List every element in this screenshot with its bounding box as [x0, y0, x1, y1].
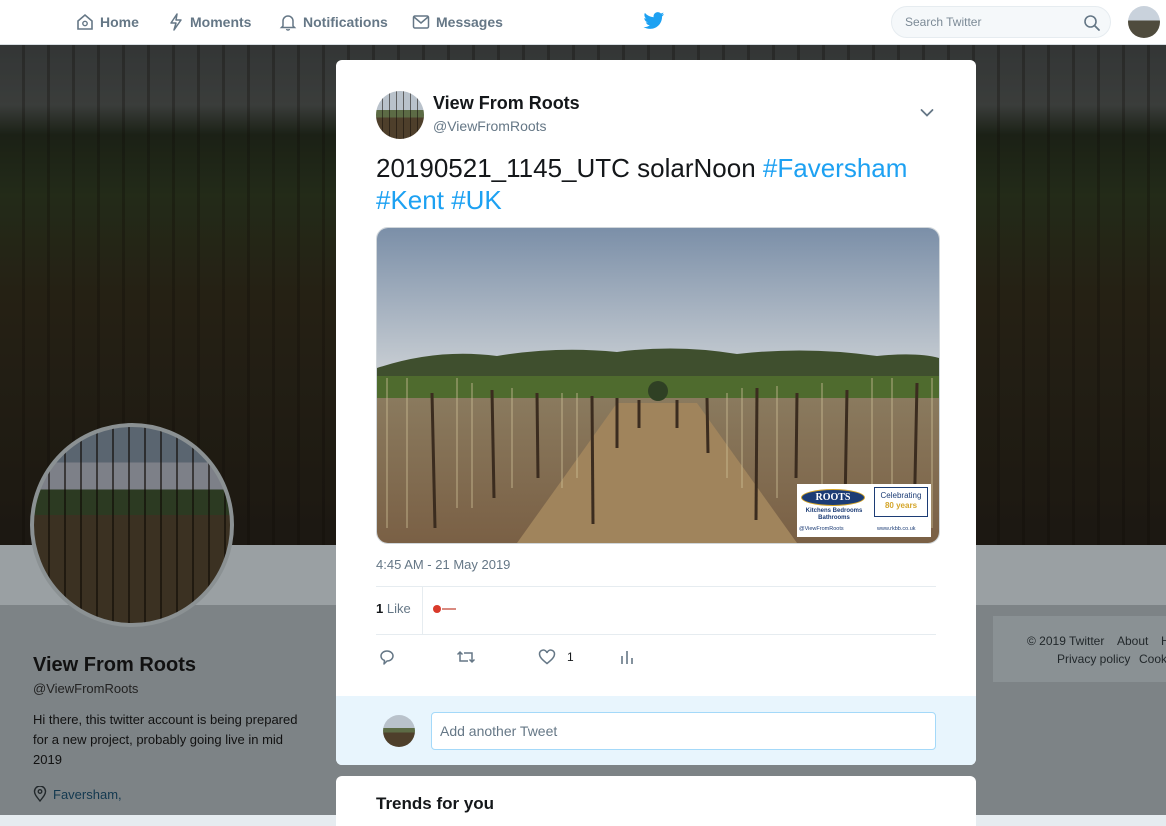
analytics-icon: [621, 651, 633, 664]
vertical-divider: [422, 587, 423, 634]
footer-help-link[interactable]: H: [1161, 634, 1166, 648]
lightning-icon: [170, 13, 182, 31]
tweet-timestamp[interactable]: 4:45 AM - 21 May 2019: [376, 557, 510, 572]
search-icon[interactable]: [1083, 14, 1101, 32]
tweet-photo[interactable]: ROOTS Kitchens Bedrooms Bathrooms @ViewF…: [376, 227, 940, 544]
footer-privacy-link[interactable]: Privacy policy: [1057, 652, 1130, 666]
tweet-text-plain: 20190521_1145_UTC solarNoon: [376, 153, 763, 183]
nav-moments-label: Moments: [190, 14, 252, 30]
nav-notifications[interactable]: Notifications: [279, 0, 388, 44]
analytics-button[interactable]: [620, 648, 634, 666]
nav-moments[interactable]: Moments: [168, 0, 251, 44]
profile-name[interactable]: View From Roots: [33, 654, 196, 677]
author-avatar[interactable]: [376, 91, 424, 139]
author-handle[interactable]: @ViewFromRoots: [433, 118, 547, 134]
roots-handle: @ViewFromRoots: [799, 526, 844, 532]
roots-website: www.rkbb.co.uk: [877, 526, 916, 532]
roots-brand: ROOTS: [801, 489, 865, 506]
like-button[interactable]: 1: [538, 648, 574, 666]
tweet-text: 20190521_1145_UTC solarNoon #Faversham #K…: [376, 152, 936, 216]
user-avatar: [383, 715, 415, 747]
like-stat[interactable]: 1 Like: [376, 601, 411, 616]
footer-links: © 2019 Twitter About H Privacy policy Co…: [993, 616, 1166, 682]
nav-home-label: Home: [100, 14, 139, 30]
trends-card: Trends for you: [336, 776, 976, 826]
tweet-actions: 1: [376, 648, 936, 668]
footer-about-link[interactable]: About: [1117, 634, 1148, 648]
divider: [376, 586, 936, 587]
like-stat-label: Like: [386, 601, 411, 616]
badge-top: Celebrating: [880, 491, 922, 500]
envelope-icon: [412, 15, 430, 29]
like-count: 1: [567, 650, 574, 664]
nav-notifications-label: Notifications: [303, 14, 388, 30]
profile-location-text[interactable]: Faversham,: [53, 787, 122, 802]
tweet-modal: View From Roots @ViewFromRoots 20190521_…: [336, 60, 976, 765]
bell-icon: [279, 15, 297, 31]
footer-copyright: © 2019 Twitter: [1027, 634, 1105, 648]
chevron-down-icon[interactable]: [920, 108, 934, 118]
hashtag-link[interactable]: #Kent: [376, 185, 444, 215]
nav-messages-label: Messages: [436, 14, 503, 30]
roots-logo-overlay: ROOTS Kitchens Bedrooms Bathrooms @ViewF…: [797, 484, 931, 537]
badge-main: 80 years: [884, 501, 918, 510]
profile-avatar[interactable]: [30, 423, 234, 627]
nav-messages[interactable]: Messages: [412, 0, 503, 44]
retweet-button[interactable]: [456, 648, 476, 666]
nav-home[interactable]: Home: [76, 0, 139, 44]
liker-avatar[interactable]: [432, 601, 458, 617]
twitter-bird-icon[interactable]: [643, 11, 665, 31]
hashtag-link[interactable]: #Faversham: [763, 153, 908, 183]
profile-bio: Hi there, this twitter account is being …: [33, 712, 298, 767]
top-navigation: Home Moments Notifications Messages Sear…: [0, 0, 1166, 45]
reply-composer: Add another Tweet: [336, 696, 976, 765]
hashtag-link[interactable]: #UK: [451, 185, 502, 215]
profile-handle: @ViewFromRoots: [33, 681, 139, 696]
anniversary-badge: Celebrating 80 years: [874, 487, 928, 517]
profile-location: Faversham,: [33, 786, 122, 802]
reply-icon: [380, 650, 394, 665]
location-pin-icon: [33, 786, 47, 802]
retweet-icon: [456, 650, 476, 664]
footer-cookies-link[interactable]: Cook: [1139, 652, 1166, 666]
account-avatar[interactable]: [1128, 6, 1160, 38]
search-input[interactable]: Search Twitter: [891, 6, 1111, 38]
roots-subtitle: Kitchens Bedrooms Bathrooms: [805, 508, 863, 521]
add-tweet-input[interactable]: Add another Tweet: [431, 712, 936, 750]
divider: [376, 634, 936, 635]
reply-button[interactable]: [378, 648, 396, 666]
home-icon: [77, 13, 93, 30]
heart-icon: [538, 649, 556, 665]
author-name[interactable]: View From Roots: [433, 93, 580, 114]
search-placeholder: Search Twitter: [905, 15, 982, 29]
like-stat-count: 1: [376, 601, 384, 616]
trends-title: Trends for you: [376, 794, 495, 813]
